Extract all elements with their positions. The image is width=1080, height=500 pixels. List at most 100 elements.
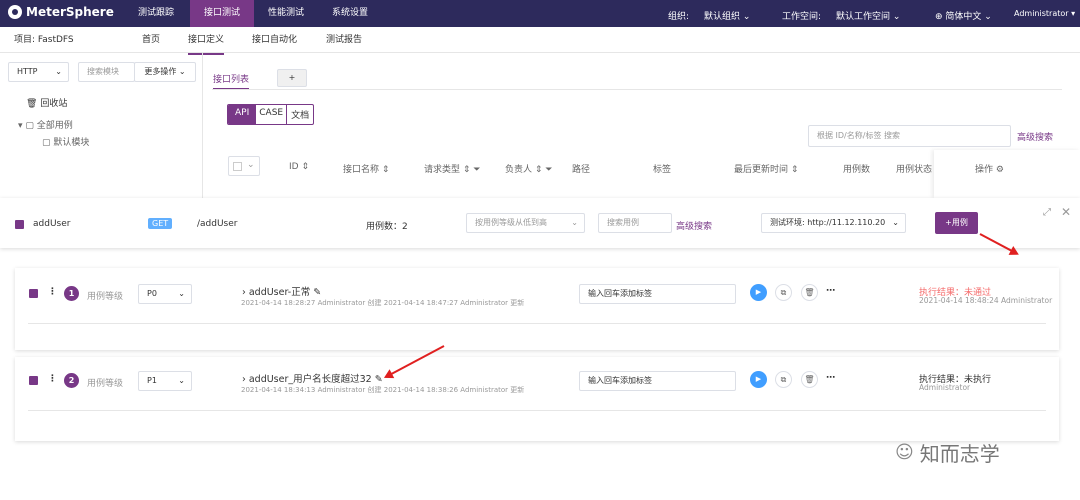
project-selector[interactable]: 项目: FastDFS: [14, 27, 74, 53]
case-meta-2: 2021-04-14 18:34:13 Administrator 创建 202…: [241, 386, 525, 394]
toggle-api[interactable]: API: [228, 105, 257, 124]
more-icon[interactable]: ⋯: [826, 286, 835, 296]
api-search-input[interactable]: 根据 ID/名称/标签 搜索: [808, 125, 1011, 147]
case-title-2[interactable]: › addUser_用户名长度超过32 ✎: [242, 371, 383, 385]
user-menu[interactable]: Administrator ▾: [1014, 9, 1075, 18]
col-case-status: 用例状态: [896, 165, 933, 175]
workspace-label: 工作空间:: [782, 12, 822, 22]
org-dropdown[interactable]: 默认组织 ⌄: [704, 9, 750, 22]
language-dropdown[interactable]: ⊕ 简体中文 ⌄: [935, 9, 992, 22]
priority-label: 用例等级: [87, 379, 124, 389]
col-id[interactable]: ID ⇕: [289, 162, 309, 172]
more-actions-button[interactable]: 更多操作 ⌄: [134, 62, 196, 82]
copy-icon[interactable]: ⧉: [775, 371, 792, 388]
add-case-button[interactable]: +用例: [935, 212, 978, 234]
chevron-right-icon: ›: [242, 374, 246, 385]
case-checkbox-1[interactable]: [29, 289, 38, 298]
nav-performance[interactable]: 性能测试: [258, 0, 314, 27]
case-number-1: 1: [64, 286, 79, 301]
subnav-home[interactable]: 首页: [142, 27, 160, 53]
view-toggle: API CASE 文档: [227, 104, 315, 125]
method-badge: GET: [148, 218, 173, 229]
nav-settings[interactable]: 系统设置: [322, 0, 378, 27]
nav-api-test[interactable]: 接口测试: [190, 0, 254, 27]
chevron-down-icon: ⌄: [571, 218, 578, 227]
case-meta-1: 2021-04-14 18:28:27 Administrator 创建 202…: [241, 299, 525, 307]
col-owner[interactable]: 负责人 ⇕ ⏷: [505, 162, 552, 175]
tree-default-module[interactable]: ▢ 默认模块: [42, 135, 89, 148]
chevron-down-icon: ⌄: [892, 12, 901, 22]
priority-select-2[interactable]: P1 ⌄: [138, 371, 192, 391]
expand-icon[interactable]: ⤢: [1043, 207, 1051, 218]
more-icon[interactable]: ⋯: [826, 373, 835, 383]
folder-icon: ▢: [25, 121, 34, 131]
header-checkbox[interactable]: [15, 220, 24, 229]
case-count: 用例数：2: [366, 222, 408, 232]
col-updated[interactable]: 最后更新时间 ⇕: [734, 162, 798, 175]
globe-icon: ⊕: [935, 12, 943, 22]
module-search-input[interactable]: 搜索模块: [78, 62, 135, 82]
priority-sort-select[interactable]: 按用例等级从低到高 ⌄: [466, 213, 585, 233]
chevron-right-icon: ›: [242, 287, 246, 298]
case-checkbox-2[interactable]: [29, 376, 38, 385]
case-divider: [28, 323, 1046, 324]
advanced-search-link[interactable]: 高级搜索: [1017, 130, 1053, 143]
close-icon[interactable]: ✕: [1061, 205, 1071, 219]
protocol-select[interactable]: HTTP ⌄: [8, 62, 69, 82]
delete-icon[interactable]: 🗑: [801, 371, 818, 388]
caret-down-icon: ▾: [18, 121, 23, 131]
logo-icon: [8, 5, 22, 19]
case-advanced-search[interactable]: 高级搜索: [676, 219, 712, 232]
drag-handle-icon[interactable]: ⋮: [48, 374, 57, 384]
priority-select-1[interactable]: P0 ⌄: [138, 284, 192, 304]
col-name[interactable]: 接口名称 ⇕: [343, 162, 389, 175]
folder-icon: ▢: [42, 138, 51, 148]
priority-label: 用例等级: [87, 292, 124, 302]
delete-icon[interactable]: 🗑: [801, 284, 818, 301]
tab-divider: [212, 89, 1062, 90]
run-button-1[interactable]: ▶: [750, 284, 767, 301]
logo: MeterSphere: [8, 5, 114, 19]
nav-test-track[interactable]: 测试跟踪: [128, 0, 184, 27]
environment-select[interactable]: 测试环境: http://11.12.110.20 ⌄: [761, 213, 906, 233]
run-button-2[interactable]: ▶: [750, 371, 767, 388]
col-operations: 操作 ⚙: [975, 165, 1004, 175]
recycle-bin[interactable]: 🗑 回收站: [26, 96, 67, 109]
chevron-down-icon: ⌄: [178, 289, 185, 298]
select-all-checkbox[interactable]: ⌄: [228, 156, 260, 176]
trash-icon: 🗑: [26, 99, 38, 109]
tree-all-cases[interactable]: ▾ ▢ 全部用例: [18, 118, 73, 131]
tag-input-2[interactable]: 输入回车添加标签: [579, 371, 736, 391]
toggle-doc[interactable]: 文档: [287, 105, 313, 124]
edit-icon[interactable]: ✎: [313, 287, 321, 298]
edit-icon[interactable]: ✎: [375, 374, 383, 385]
case-result-meta-2: Administrator: [919, 383, 971, 392]
watermark: ☺ 知而志学: [895, 442, 1000, 466]
chevron-down-icon: ⌄: [55, 67, 62, 76]
case-search-input[interactable]: 搜索用例: [598, 213, 672, 233]
subnav-test-report[interactable]: 测试报告: [326, 27, 362, 53]
col-method[interactable]: 请求类型 ⇕ ⏷: [424, 162, 480, 175]
case-title-1[interactable]: › addUser-正常 ✎: [242, 284, 321, 298]
col-tags: 标签: [653, 165, 672, 175]
case-card-1: [15, 268, 1059, 350]
drag-handle-icon[interactable]: ⋮: [48, 287, 57, 297]
chevron-down-icon: ⌄: [742, 12, 751, 22]
add-tab-button[interactable]: +: [277, 69, 307, 87]
case-number-2: 2: [64, 373, 79, 388]
copy-icon[interactable]: ⧉: [775, 284, 792, 301]
case-result-meta-1: 2021-04-14 18:48:24 Administrator: [919, 296, 1053, 305]
tab-api-list[interactable]: 接口列表: [213, 72, 250, 90]
subnav-api-definition[interactable]: 接口定义: [188, 27, 225, 55]
chevron-down-icon: ⌄: [247, 160, 255, 170]
subnav-api-automation[interactable]: 接口自动化: [252, 27, 297, 53]
gear-icon: ⚙: [995, 165, 1004, 175]
case-card-2: [15, 357, 1059, 441]
case-divider: [28, 410, 1046, 411]
workspace-dropdown[interactable]: 默认工作空间 ⌄: [836, 9, 900, 22]
api-name: addUser: [33, 219, 71, 229]
checkbox-icon: [233, 162, 242, 171]
toggle-case[interactable]: CASE: [256, 105, 288, 124]
tag-input-1[interactable]: 输入回车添加标签: [579, 284, 736, 304]
col-path: 路径: [572, 165, 591, 175]
